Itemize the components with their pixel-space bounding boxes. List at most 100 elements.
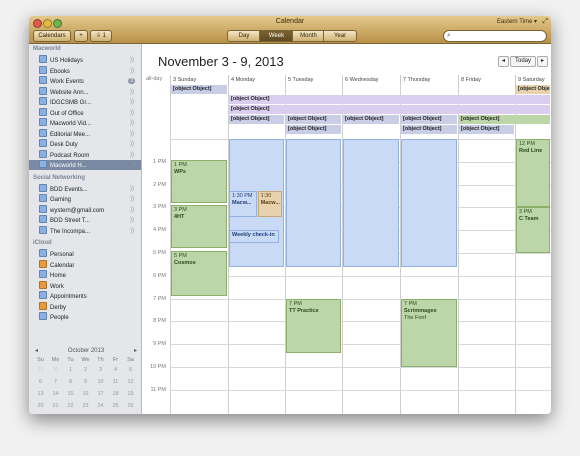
allday-event[interactable]: [object Object] xyxy=(459,115,550,124)
calendar-item[interactable]: US Holidays)) xyxy=(39,55,139,65)
checkbox-icon[interactable] xyxy=(39,215,47,223)
calendar-item[interactable]: BDD Street T...)) xyxy=(39,215,139,225)
mini-day[interactable]: 23 xyxy=(78,400,93,412)
mini-day[interactable]: 19 xyxy=(123,388,138,400)
add-event-button[interactable]: + xyxy=(74,30,88,42)
day-header[interactable]: 3 Sunday xyxy=(170,75,228,85)
calendar-event[interactable]: 3 PM 4HT xyxy=(171,205,227,249)
day-header[interactable]: 4 Monday xyxy=(228,75,285,85)
checkbox-icon[interactable] xyxy=(39,301,47,310)
view-month-button[interactable]: Month xyxy=(292,30,325,42)
allday-event[interactable]: [object Object] xyxy=(516,85,550,94)
mini-day[interactable]: 29 xyxy=(63,412,78,414)
today-button[interactable]: Today xyxy=(510,56,536,67)
calendar-item[interactable]: The Incompa...)) xyxy=(39,225,139,236)
mini-day[interactable]: 7 xyxy=(48,376,63,388)
calendar-item[interactable]: Macworld Vid...)) xyxy=(39,118,139,128)
view-day-button[interactable]: Day xyxy=(227,30,261,42)
mini-day[interactable]: 30 xyxy=(78,412,93,414)
mini-day[interactable]: 5 xyxy=(123,364,138,376)
mini-day[interactable]: 20 xyxy=(33,400,48,412)
calendar-item[interactable]: BDD Events...)) xyxy=(39,183,139,194)
allday-event[interactable]: [object Object] xyxy=(229,95,550,104)
calendar-item[interactable]: Macworld H...)) xyxy=(29,160,141,170)
calendar-item[interactable]: Work xyxy=(39,280,139,291)
checkbox-icon[interactable] xyxy=(39,139,47,147)
checkbox-icon[interactable] xyxy=(39,259,47,268)
mini-prev-month-icon[interactable]: ◂ xyxy=(35,346,38,356)
checkbox-icon[interactable] xyxy=(39,194,47,202)
calendar-item[interactable]: Website Ann...)) xyxy=(39,86,139,97)
calendar-item[interactable]: Derby xyxy=(39,301,139,312)
allday-event[interactable]: [object Object] xyxy=(401,115,457,124)
mini-day[interactable]: 1 xyxy=(63,364,78,376)
allday-event[interactable]: [object Object] xyxy=(286,125,341,134)
calendar-item[interactable]: Podcast Room)) xyxy=(39,149,139,160)
checkbox-icon[interactable] xyxy=(39,291,47,299)
day-header[interactable]: 9 Saturday xyxy=(515,75,551,85)
calendar-item[interactable]: IDGCSMB Gr...)) xyxy=(39,97,139,107)
checkbox-icon[interactable] xyxy=(39,280,47,289)
mini-day[interactable]: 9 xyxy=(78,376,93,388)
checkbox-icon[interactable] xyxy=(39,55,47,63)
inbox-button[interactable]: ⇩ 1 xyxy=(90,30,112,42)
mini-day[interactable]: 21 xyxy=(48,400,63,412)
calendar-item[interactable]: Editorial Mee...)) xyxy=(39,128,139,139)
checkbox-icon[interactable] xyxy=(39,107,47,116)
calendar-item[interactable]: Work Events 3 xyxy=(39,76,139,86)
mini-day[interactable]: 30 xyxy=(48,364,63,376)
mini-day[interactable]: 6 xyxy=(33,376,48,388)
mini-day[interactable]: 15 xyxy=(63,388,78,400)
checkbox-icon[interactable] xyxy=(39,225,47,234)
calendar-item[interactable]: Home xyxy=(39,270,139,280)
next-week-button[interactable]: ▸ xyxy=(537,56,548,67)
calendar-item[interactable]: wystern@gmail.com)) xyxy=(39,204,139,215)
checkbox-icon[interactable] xyxy=(39,76,47,84)
calendar-event[interactable]: 7 PM TT Practice xyxy=(286,298,341,354)
mini-day[interactable]: 3 xyxy=(93,364,108,376)
mini-day[interactable]: 8 xyxy=(63,376,78,388)
mini-day[interactable]: 17 xyxy=(93,388,108,400)
day-header[interactable]: 6 Wednesday xyxy=(342,75,400,85)
calendar-event[interactable]: 5 PM Cosmos xyxy=(171,250,227,297)
calendar-event[interactable]: 1:30 Macw... xyxy=(257,191,283,217)
checkbox-icon[interactable] xyxy=(39,97,47,105)
mini-day[interactable]: 12 xyxy=(123,376,138,388)
mini-day[interactable]: 28 xyxy=(48,412,63,414)
mini-day[interactable]: 26 xyxy=(123,400,138,412)
mini-day[interactable]: 29 xyxy=(33,364,48,376)
mini-day[interactable]: 10 xyxy=(93,376,108,388)
day-header[interactable]: 8 Friday xyxy=(458,75,515,85)
mini-day[interactable]: 14 xyxy=(48,388,63,400)
allday-event[interactable]: [object Object] xyxy=(229,115,284,124)
timezone-menu[interactable]: Eastern Time ▾ xyxy=(497,18,537,25)
calendar-item[interactable]: People xyxy=(39,312,139,322)
mini-day[interactable]: 25 xyxy=(108,400,123,412)
checkbox-icon[interactable] xyxy=(39,160,47,168)
checkbox-icon[interactable] xyxy=(39,118,47,126)
calendar-item[interactable]: Appointments xyxy=(39,291,139,301)
checkbox-icon[interactable] xyxy=(39,270,47,278)
allday-event[interactable]: [object Object] xyxy=(229,105,550,114)
mini-day[interactable]: 2 xyxy=(78,364,93,376)
search-input[interactable]: ⌕ xyxy=(443,30,547,42)
mini-day[interactable]: 22 xyxy=(63,400,78,412)
allday-event[interactable]: [object Object] xyxy=(401,125,457,134)
mini-day[interactable]: 18 xyxy=(108,388,123,400)
mini-day[interactable]: 2 xyxy=(123,412,138,414)
calendar-item[interactable]: Desk Duty)) xyxy=(39,139,139,149)
view-year-button[interactable]: Year xyxy=(323,30,357,42)
checkbox-icon[interactable] xyxy=(39,249,47,257)
calendar-event[interactable]: 7 PM Scrimmages The Fonf xyxy=(401,298,457,367)
day-header[interactable]: 7 Thursday xyxy=(400,75,458,85)
calendar-item[interactable]: Ebooks)) xyxy=(39,65,139,76)
prev-week-button[interactable]: ◂ xyxy=(498,56,509,67)
mini-day[interactable]: 11 xyxy=(108,376,123,388)
calendar-item[interactable]: Gaming)) xyxy=(39,194,139,204)
checkbox-icon[interactable] xyxy=(39,128,47,137)
mini-day[interactable]: 16 xyxy=(78,388,93,400)
allday-event[interactable]: [object Object] xyxy=(286,115,341,124)
checkbox-icon[interactable] xyxy=(39,183,47,192)
allday-event[interactable]: [object Object] xyxy=(343,115,399,124)
mini-day[interactable]: 13 xyxy=(33,388,48,400)
